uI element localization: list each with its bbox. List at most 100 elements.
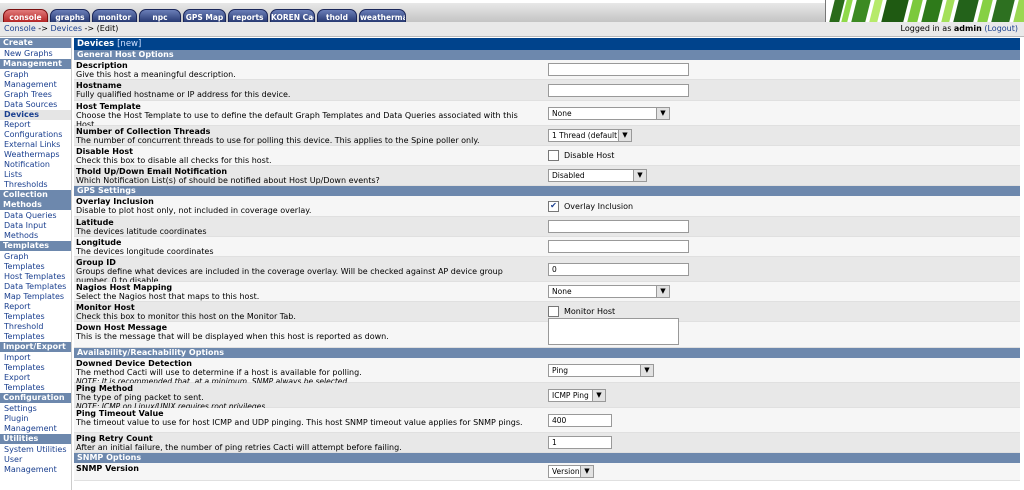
form-row-downed-device-detection: Downed Device Detection The method Cacti … (74, 358, 1020, 386)
field-label-group: Latitude The devices latitude coordinates (76, 218, 536, 236)
field-description: The type of ping packet to sent. (76, 393, 204, 402)
sidebar-item-report-configurations[interactable]: Report Configurations (0, 120, 71, 140)
form-row-latitude: Latitude The devices latitude coordinates (74, 217, 1020, 237)
group-id-input[interactable]: 0 (548, 262, 689, 276)
dropdown-arrow-icon[interactable]: ▼ (592, 389, 605, 401)
sidebar-item-data-sources[interactable]: Data Sources (0, 100, 71, 110)
logout-link[interactable]: (Logout) (984, 24, 1018, 33)
field-control: None ▼ (548, 285, 670, 298)
field-label-group: Thold Up/Down Email Notification Which No… (76, 167, 536, 185)
field-label-group: Ping Timeout Value The timeout value to u… (76, 409, 536, 427)
field-control (548, 318, 679, 345)
form-row-ping-retry-count: Ping Retry Count After an initial failure… (74, 433, 1020, 453)
breadcrumb-devices[interactable]: Devices (50, 24, 82, 33)
tab-strip: console graphs monitor npc GPS Map repor… (0, 3, 825, 24)
sidebar-item-user-management[interactable]: User Management (0, 455, 71, 475)
ping-retry-count-input[interactable]: 1 (548, 436, 612, 449)
sidebar-header-utilities: Utilities (0, 434, 71, 445)
disable-host-checkbox[interactable] (548, 150, 559, 161)
section-header-gps-settings: GPS Settings (74, 186, 1020, 196)
breadcrumb-console[interactable]: Console (4, 24, 36, 33)
form-row-overlay-inclusion: Overlay Inclusion Disable to plot host on… (74, 196, 1020, 217)
form-row-disable-host: Disable Host Check this box to disable al… (74, 146, 1020, 166)
longitude-input[interactable] (548, 240, 689, 253)
sidebar-item-map-templates[interactable]: Map Templates (0, 292, 71, 302)
nagios-host-mapping-select[interactable]: None ▼ (548, 285, 670, 298)
sidebar-item-devices[interactable]: Devices (0, 110, 71, 120)
field-description: This is the message that will be display… (76, 332, 389, 341)
sidebar-item-import-templates[interactable]: Import Templates (0, 353, 71, 373)
sidebar-item-report-templates[interactable]: Report Templates (0, 302, 71, 322)
sidebar-item-weathermaps[interactable]: Weathermaps (0, 150, 71, 160)
description-input[interactable] (548, 63, 689, 76)
field-control: 0 (548, 262, 689, 276)
field-control: 1 Thread (default) ▼ (548, 129, 632, 142)
top-navigation: console graphs monitor npc GPS Map repor… (0, 0, 1024, 24)
latitude-input[interactable] (548, 220, 689, 233)
form-row-number-of-collection-threads: Number of Collection Threads The number o… (74, 126, 1020, 146)
overlay-inclusion-checkbox[interactable]: ✔ (548, 200, 559, 212)
monitor-host-checkbox[interactable] (548, 306, 559, 317)
breadcrumb-separator: -> (35, 24, 51, 33)
sidebar-item-notification-lists[interactable]: Notification Lists (0, 160, 71, 180)
select-value: None (552, 108, 572, 118)
dropdown-arrow-icon[interactable]: ▼ (633, 170, 646, 181)
field-label-group: Longitude The devices longitude coordinat… (76, 238, 536, 256)
down-host-message-textarea[interactable] (548, 318, 679, 345)
checkbox-caption[interactable]: Overlay Inclusion (564, 202, 633, 211)
hostname-input[interactable] (548, 83, 689, 97)
sidebar-item-new-graphs[interactable]: New Graphs (0, 49, 71, 59)
sidebar-item-data-queries[interactable]: Data Queries (0, 211, 71, 221)
field-label-group: Down Host Message This is the message tha… (76, 323, 536, 341)
dropdown-arrow-icon[interactable]: ▼ (640, 364, 653, 376)
checkbox-caption[interactable]: Disable Host (564, 151, 614, 160)
select-value: ICMP Ping (552, 390, 589, 400)
sidebar-item-graph-trees[interactable]: Graph Trees (0, 90, 71, 100)
sidebar-header-templates: Templates (0, 241, 71, 252)
dropdown-arrow-icon[interactable]: ▼ (580, 466, 593, 477)
field-label: Downed Device Detection (76, 359, 192, 368)
page-title: Devices (77, 39, 115, 49)
dropdown-arrow-icon[interactable]: ▼ (656, 286, 669, 297)
field-control: Disabled ▼ (548, 169, 647, 182)
breadcrumb: Console -> Devices -> (Edit) (4, 22, 118, 36)
sidebar-item-system-utilities[interactable]: System Utilities (0, 445, 71, 455)
new-device-link[interactable]: [new] (117, 39, 141, 49)
field-label-group: Ping Retry Count After an initial failure… (76, 434, 536, 452)
sidebar-item-graph-templates[interactable]: Graph Templates (0, 252, 71, 272)
field-label: Longitude (76, 238, 122, 247)
field-control (548, 240, 689, 253)
sidebar-item-threshold-templates[interactable]: Threshold Templates (0, 322, 71, 342)
sidebar-header-collection-methods: Collection Methods (0, 190, 71, 211)
ping-method-select[interactable]: ICMP Ping ▼ (548, 388, 606, 402)
field-description: Disable to plot host only, not included … (76, 206, 312, 215)
thold-up-down-email-notification-select[interactable]: Disabled ▼ (548, 169, 647, 182)
login-prefix: Logged in as (900, 24, 954, 33)
sidebar-item-host-templates[interactable]: Host Templates (0, 272, 71, 282)
host-template-select[interactable]: None ▼ (548, 106, 670, 120)
sidebar-item-data-templates[interactable]: Data Templates (0, 282, 71, 292)
sidebar-item-plugin-management[interactable]: Plugin Management (0, 414, 71, 434)
field-control: None ▼ (548, 106, 670, 120)
ping-timeout-value-input[interactable]: 400 (548, 413, 612, 427)
form-row-down-host-message: Down Host Message This is the message tha… (74, 318, 1020, 348)
sidebar-item-thresholds[interactable]: Thresholds (0, 180, 71, 190)
sidebar-item-export-templates[interactable]: Export Templates (0, 373, 71, 393)
form-row-ping-method: Ping Method The type of ping packet to se… (74, 383, 1020, 411)
field-control: Monitor Host (548, 306, 615, 317)
overlay-inclusion-checkbox-group: ✔ Overlay Inclusion (548, 200, 633, 212)
sidebar-item-data-input-methods[interactable]: Data Input Methods (0, 221, 71, 241)
field-label: Number of Collection Threads (76, 127, 211, 136)
section-header-snmp-options: SNMP Options (74, 453, 1020, 463)
field-label-group: Number of Collection Threads The number o… (76, 127, 536, 145)
form-row-ping-timeout-value: Ping Timeout Value The timeout value to u… (74, 408, 1020, 433)
downed-device-detection-select[interactable]: Ping ▼ (548, 363, 654, 377)
checkbox-caption[interactable]: Monitor Host (564, 307, 615, 316)
dropdown-arrow-icon[interactable]: ▼ (618, 130, 631, 141)
dropdown-arrow-icon[interactable]: ▼ (656, 107, 669, 119)
sidebar-item-settings[interactable]: Settings (0, 404, 71, 414)
number-of-collection-threads-select[interactable]: 1 Thread (default) ▼ (548, 129, 632, 142)
sidebar-item-graph-management[interactable]: Graph Management (0, 70, 71, 90)
sidebar-item-external-links[interactable]: External Links (0, 140, 71, 150)
snmp-version-select[interactable]: Version 2 ▼ (548, 465, 594, 478)
